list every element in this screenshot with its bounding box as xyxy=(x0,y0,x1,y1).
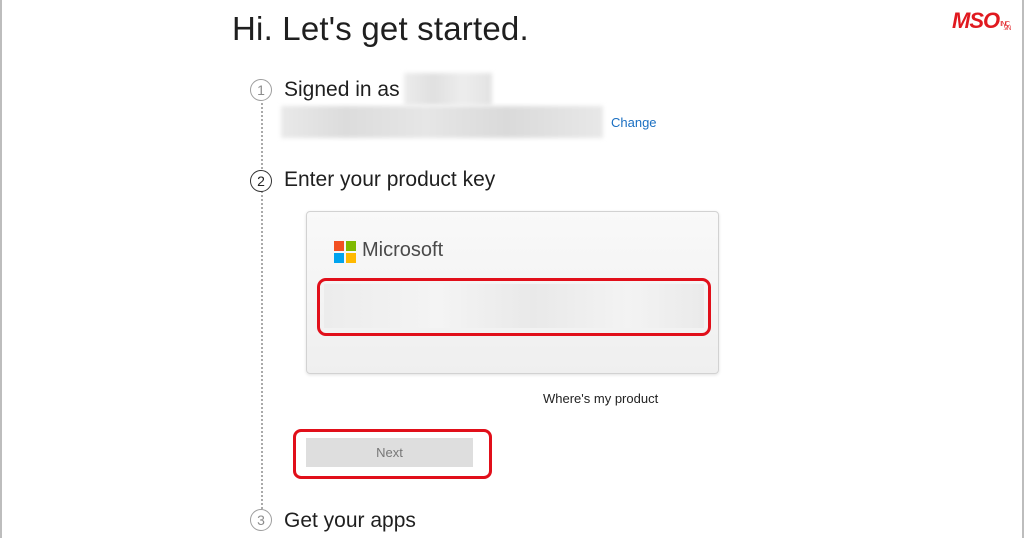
redacted-account-name xyxy=(404,73,492,105)
step-3-label: Get your apps xyxy=(284,509,416,532)
microsoft-brand-text: Microsoft xyxy=(362,239,444,261)
step-2-number: 2 xyxy=(250,170,272,192)
next-button[interactable]: Next xyxy=(306,438,473,467)
redacted-account-email xyxy=(281,106,603,138)
step-2-label: Enter your product key xyxy=(284,168,496,191)
window-border-left xyxy=(0,0,2,538)
step-3-number: 3 xyxy=(250,509,272,531)
microsoft-logo-icon xyxy=(334,241,356,263)
wheres-my-product-link[interactable]: Where's my product xyxy=(543,391,658,406)
mso-logo-icon: MSOINC.VN xyxy=(952,8,1011,33)
step-rail xyxy=(261,103,263,509)
product-key-input[interactable] xyxy=(324,284,704,328)
step-1-number: 1 xyxy=(250,79,272,101)
change-account-link[interactable]: Change xyxy=(611,115,657,130)
page-title: Hi. Let's get started. xyxy=(232,10,529,47)
step-1-label: Signed in as xyxy=(284,78,400,101)
